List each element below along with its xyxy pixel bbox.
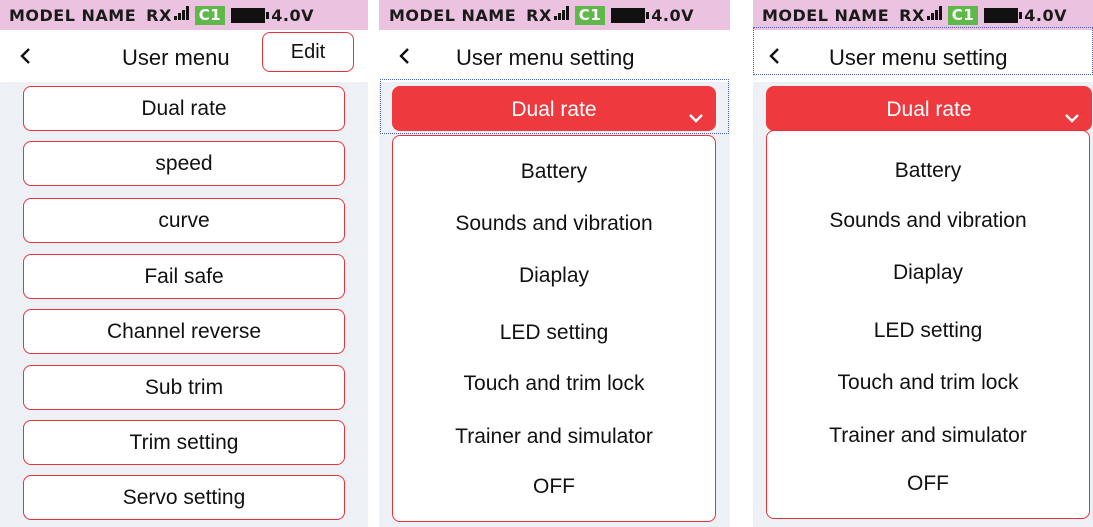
status-bar: MODEL NAME RX C1 4.0V bbox=[753, 0, 1093, 30]
content-area: Dual rate Battery Sounds and vibration D… bbox=[379, 79, 730, 527]
dropdown-list: Battery Sounds and vibration Diaplay LED… bbox=[392, 135, 716, 522]
panel-user-menu-setting-b: MODEL NAME RX C1 4.0V User menu setting … bbox=[753, 0, 1093, 527]
model-name: MODEL NAME bbox=[389, 5, 517, 25]
back-arrow-icon[interactable] bbox=[393, 44, 417, 68]
battery-icon bbox=[611, 7, 650, 23]
menu-item-servo-setting[interactable]: Servo setting bbox=[23, 475, 345, 520]
battery-icon bbox=[984, 7, 1023, 23]
option-battery[interactable]: Battery bbox=[767, 157, 1089, 185]
back-arrow-icon[interactable] bbox=[763, 44, 787, 68]
header: User menu Edit bbox=[0, 30, 368, 82]
option-off[interactable]: OFF bbox=[393, 473, 715, 501]
page-title: User menu bbox=[122, 45, 230, 70]
back-arrow-icon[interactable] bbox=[14, 44, 38, 68]
option-led-setting[interactable]: LED setting bbox=[393, 319, 715, 347]
page-title: User menu setting bbox=[456, 45, 635, 70]
option-trainer-and-simulator[interactable]: Trainer and simulator bbox=[767, 422, 1089, 450]
chevron-down-icon bbox=[686, 98, 706, 123]
model-name: MODEL NAME bbox=[9, 5, 137, 25]
menu-item-channel-reverse[interactable]: Channel reverse bbox=[23, 309, 345, 354]
model-name: MODEL NAME bbox=[762, 5, 890, 25]
channel-badge: C1 bbox=[194, 5, 226, 25]
page-title: User menu setting bbox=[829, 45, 1008, 70]
menu-item-speed[interactable]: speed bbox=[23, 141, 345, 186]
header: User menu setting bbox=[753, 27, 1093, 82]
option-display[interactable]: Diaplay bbox=[767, 259, 1089, 287]
option-display[interactable]: Diaplay bbox=[393, 262, 715, 290]
channel-badge: C1 bbox=[574, 5, 606, 25]
battery-icon bbox=[231, 7, 270, 23]
user-menu-select[interactable]: Dual rate bbox=[766, 86, 1092, 131]
option-sounds-and-vibration[interactable]: Sounds and vibration bbox=[767, 207, 1089, 235]
menu-item-dual-rate[interactable]: Dual rate bbox=[23, 86, 345, 131]
chevron-down-icon bbox=[1062, 98, 1082, 123]
header: User menu setting bbox=[379, 30, 730, 82]
rx-label: RX bbox=[526, 5, 552, 25]
edit-button[interactable]: Edit bbox=[262, 32, 354, 72]
channel-badge: C1 bbox=[947, 5, 979, 25]
content-area: Dual rate Battery Sounds and vibration D… bbox=[753, 82, 1093, 527]
user-menu-select[interactable]: Dual rate bbox=[392, 86, 716, 131]
option-sounds-and-vibration[interactable]: Sounds and vibration bbox=[393, 210, 715, 238]
voltage-readout: 4.0V bbox=[1024, 5, 1067, 25]
signal-icon bbox=[173, 5, 191, 25]
voltage-readout: 4.0V bbox=[271, 5, 314, 25]
option-touch-and-trim-lock[interactable]: Touch and trim lock bbox=[767, 369, 1089, 397]
selected-value: Dual rate bbox=[511, 98, 597, 121]
option-led-setting[interactable]: LED setting bbox=[767, 317, 1089, 345]
menu-item-curve[interactable]: curve bbox=[23, 198, 345, 243]
menu-item-trim-setting[interactable]: Trim setting bbox=[23, 420, 345, 465]
rx-label: RX bbox=[899, 5, 925, 25]
panel-user-menu-setting-a: MODEL NAME RX C1 4.0V User menu setting … bbox=[379, 0, 730, 527]
menu-list: Dual rate speed curve Fail safe Channel … bbox=[0, 82, 368, 527]
panel-user-menu: MODEL NAME RX C1 4.0V User menu Edit Dua… bbox=[0, 0, 368, 527]
signal-icon bbox=[926, 5, 944, 25]
menu-item-sub-trim[interactable]: Sub trim bbox=[23, 365, 345, 410]
status-bar: MODEL NAME RX C1 4.0V bbox=[379, 0, 730, 30]
selected-value: Dual rate bbox=[886, 98, 972, 121]
option-touch-and-trim-lock[interactable]: Touch and trim lock bbox=[393, 370, 715, 398]
option-off[interactable]: OFF bbox=[767, 470, 1089, 498]
voltage-readout: 4.0V bbox=[651, 5, 694, 25]
rx-label: RX bbox=[146, 5, 172, 25]
dropdown-list: Battery Sounds and vibration Diaplay LED… bbox=[766, 130, 1090, 519]
signal-icon bbox=[553, 5, 571, 25]
status-bar: MODEL NAME RX C1 4.0V bbox=[0, 0, 368, 30]
option-trainer-and-simulator[interactable]: Trainer and simulator bbox=[393, 423, 715, 451]
menu-item-fail-safe[interactable]: Fail safe bbox=[23, 254, 345, 299]
option-battery[interactable]: Battery bbox=[393, 158, 715, 186]
